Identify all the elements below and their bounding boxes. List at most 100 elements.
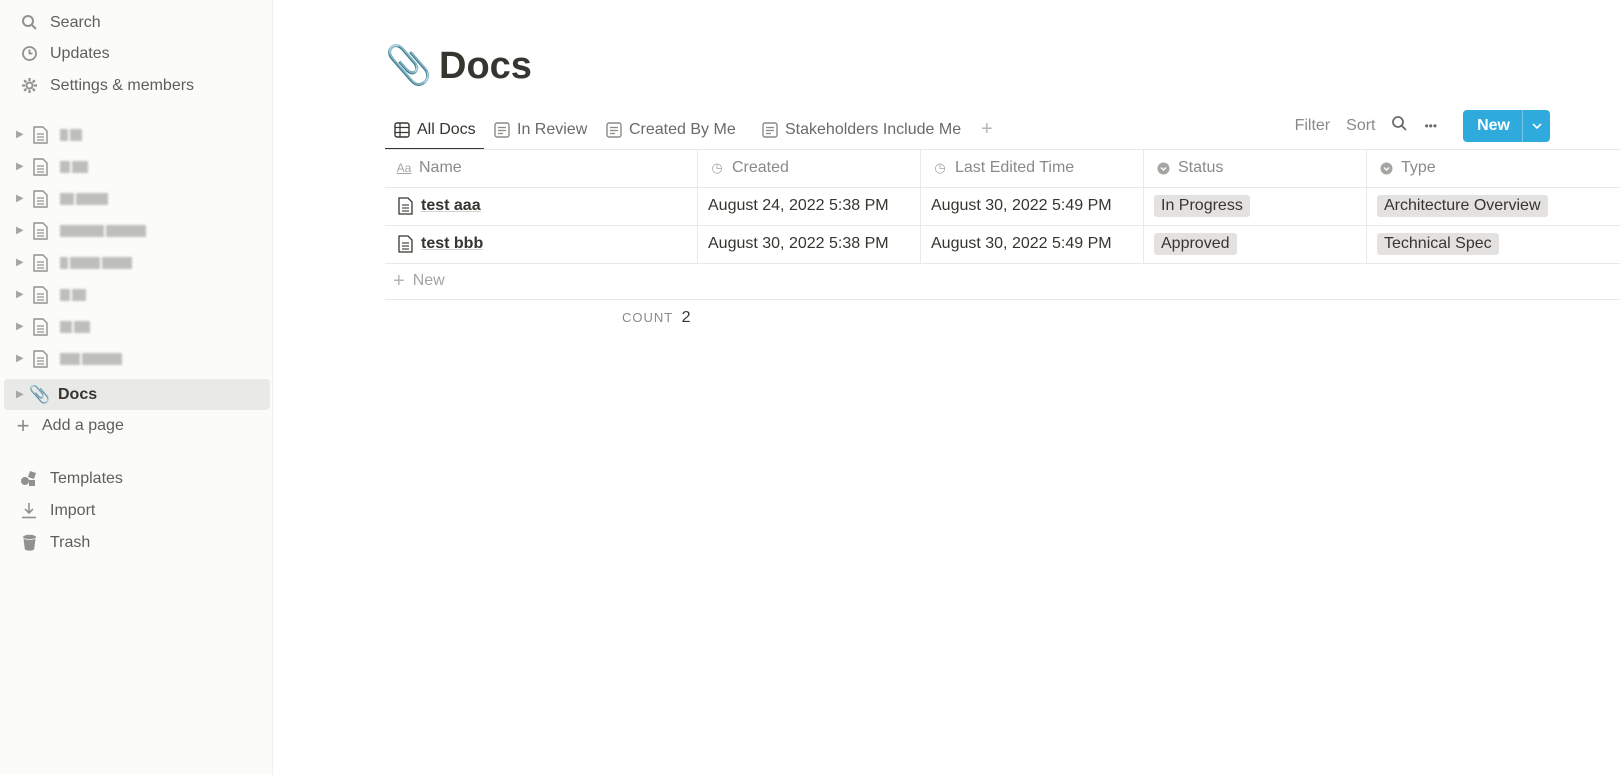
- redacted-page-title: [60, 160, 88, 174]
- paperclip-icon[interactable]: 📎: [385, 44, 433, 88]
- sidebar-page[interactable]: ▶: [4, 119, 270, 150]
- filter-button[interactable]: Filter: [1295, 117, 1331, 135]
- column-header-type[interactable]: Type: [1367, 149, 1607, 187]
- sort-button[interactable]: Sort: [1346, 117, 1375, 135]
- page-title[interactable]: Docs: [439, 45, 532, 88]
- text-property-icon: Aa: [396, 161, 412, 175]
- column-header-status[interactable]: Status: [1144, 149, 1367, 187]
- edited-value: August 30, 2022 5:49 PM: [931, 235, 1112, 252]
- sidebar-page[interactable]: ▶: [4, 279, 270, 310]
- name-cell[interactable]: test aaa: [385, 187, 698, 225]
- plus-icon: +: [16, 412, 30, 438]
- created-cell[interactable]: August 24, 2022 5:38 PM: [698, 187, 921, 225]
- chevron-down-icon[interactable]: [1522, 110, 1550, 142]
- sidebar-page[interactable]: ▶: [4, 151, 270, 182]
- redacted-page-title: [60, 224, 146, 238]
- type-badge: Technical Spec: [1377, 233, 1499, 255]
- sidebar-page[interactable]: ▶: [4, 311, 270, 342]
- type-cell[interactable]: Technical Spec: [1367, 225, 1607, 263]
- sidebar-updates[interactable]: Updates: [4, 38, 270, 69]
- column-header-name[interactable]: Aa Name: [385, 149, 698, 187]
- column-header-label: Status: [1178, 159, 1224, 176]
- expand-toggle-icon[interactable]: ▶: [16, 353, 26, 364]
- add-page-button[interactable]: + Add a page: [4, 410, 270, 441]
- expand-toggle-icon[interactable]: ▶: [16, 161, 26, 172]
- sidebar-templates-label: Templates: [50, 469, 123, 487]
- sidebar-import[interactable]: Import: [4, 495, 270, 526]
- add-row-button[interactable]: + New: [385, 263, 445, 299]
- sidebar-trash[interactable]: Trash: [4, 527, 270, 558]
- tab-stakeholders-include-me-label: Stakeholders Include Me: [785, 121, 962, 138]
- document-icon: [30, 253, 50, 273]
- main-content: 📎 Docs All Docs In Review Created By Me: [273, 0, 1620, 775]
- tab-all-docs[interactable]: All Docs: [385, 112, 484, 150]
- redacted-page-title: [60, 288, 86, 302]
- sidebar-page[interactable]: ▶: [4, 215, 270, 246]
- expand-toggle-icon[interactable]: ▶: [16, 225, 26, 236]
- edited-cell[interactable]: August 30, 2022 5:49 PM: [921, 225, 1144, 263]
- document-icon: [30, 157, 50, 177]
- select-property-icon: [1377, 162, 1395, 175]
- tab-created-by-me-label: Created By Me: [629, 121, 736, 138]
- name-cell[interactable]: test bbb: [385, 225, 698, 263]
- sidebar-page[interactable]: ▶: [4, 343, 270, 374]
- sidebar-search-label: Search: [50, 13, 101, 31]
- new-button[interactable]: New: [1463, 110, 1550, 142]
- status-badge: In Progress: [1154, 195, 1250, 217]
- sidebar-import-label: Import: [50, 501, 96, 519]
- download-icon: [16, 501, 42, 521]
- add-page-label: Add a page: [42, 416, 124, 434]
- sidebar-page-docs-label: Docs: [58, 385, 98, 403]
- expand-toggle-icon[interactable]: ▶: [16, 389, 26, 400]
- document-icon: [30, 189, 50, 209]
- new-button-label: New: [1477, 117, 1510, 134]
- document-icon: [30, 285, 50, 305]
- created-cell[interactable]: August 30, 2022 5:38 PM: [698, 225, 921, 263]
- paperclip-icon: 📎: [29, 384, 51, 404]
- tab-in-review[interactable]: In Review: [493, 112, 587, 148]
- expand-toggle-icon[interactable]: ▶: [16, 129, 26, 140]
- sidebar-settings-label: Settings & members: [50, 76, 195, 94]
- document-icon: [30, 125, 50, 145]
- view-toolbar: Filter Sort ••• New: [1279, 110, 1550, 142]
- table-row[interactable]: test bbb August 30, 2022 5:38 PM August …: [385, 225, 1620, 263]
- sidebar-updates-label: Updates: [50, 44, 110, 62]
- search-icon: [16, 13, 42, 33]
- sidebar-search[interactable]: Search: [4, 7, 270, 38]
- trash-icon: [16, 533, 42, 553]
- page-header: 📎 Docs: [385, 44, 532, 88]
- status-cell[interactable]: Approved: [1144, 225, 1367, 263]
- tab-created-by-me[interactable]: Created By Me: [605, 112, 736, 148]
- created-value: August 24, 2022 5:38 PM: [708, 197, 889, 214]
- table-row[interactable]: test aaa August 24, 2022 5:38 PM August …: [385, 187, 1620, 225]
- created-value: August 30, 2022 5:38 PM: [708, 235, 889, 252]
- sidebar-trash-label: Trash: [50, 533, 91, 551]
- table-icon: [393, 121, 411, 139]
- add-view-icon[interactable]: +: [981, 118, 993, 141]
- search-icon[interactable]: [1391, 115, 1408, 137]
- sidebar-settings[interactable]: Settings & members: [4, 70, 270, 101]
- column-header-created[interactable]: ◷ Created: [698, 149, 921, 187]
- type-cell[interactable]: Architecture Overview: [1367, 187, 1607, 225]
- expand-toggle-icon[interactable]: ▶: [16, 321, 26, 332]
- document-icon: [30, 349, 50, 369]
- column-header-label: Type: [1401, 159, 1436, 176]
- clock-icon: [16, 44, 42, 64]
- sidebar-page-docs[interactable]: ▶ 📎 Docs: [4, 379, 270, 410]
- sidebar-templates[interactable]: Templates: [4, 463, 270, 494]
- edited-cell[interactable]: August 30, 2022 5:49 PM: [921, 187, 1144, 225]
- status-cell[interactable]: In Progress: [1144, 187, 1367, 225]
- column-header-last-edited[interactable]: ◷ Last Edited Time: [921, 149, 1144, 187]
- tab-stakeholders-include-me[interactable]: Stakeholders Include Me: [761, 112, 961, 148]
- expand-toggle-icon[interactable]: ▶: [16, 289, 26, 300]
- clock-icon: ◷: [934, 160, 946, 175]
- expand-toggle-icon[interactable]: ▶: [16, 257, 26, 268]
- sidebar-page[interactable]: ▶: [4, 183, 270, 214]
- more-options-icon[interactable]: •••: [1424, 119, 1437, 133]
- sidebar: Search Updates Settings & members ▶ ▶ ▶ …: [0, 0, 273, 775]
- expand-toggle-icon[interactable]: ▶: [16, 193, 26, 204]
- count-value: 2: [681, 309, 691, 326]
- document-icon: [30, 221, 50, 241]
- row-count[interactable]: COUNT 2: [622, 309, 691, 327]
- sidebar-page[interactable]: ▶: [4, 247, 270, 278]
